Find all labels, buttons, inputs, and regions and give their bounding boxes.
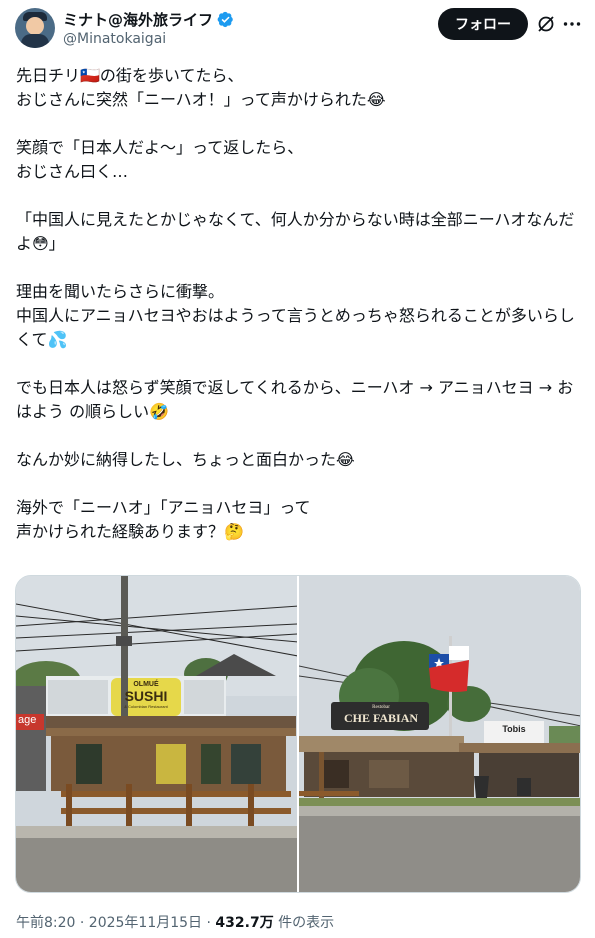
grok-icon[interactable] <box>536 14 556 34</box>
views-label: 件の表示 <box>273 915 335 931</box>
photo-sushi-scene <box>16 576 297 892</box>
tweet-paragraph: 笑顔で「日本人だよ〜」って返したら、 おじさん曰く… <box>16 138 304 181</box>
name-row: ミナト@海外旅ライフ <box>63 9 234 30</box>
tweet-paragraph: 先日チリ🇨🇱の街を歩いてたら、 おじさんに突然「ニーハオ！」って声かけられた😂 <box>16 66 386 109</box>
sushi-sign-line2: SUSHI <box>124 688 168 704</box>
follow-button[interactable]: フォロー <box>438 8 528 40</box>
tweet-paragraph: でも日本人は怒らず笑顔で返してくれるから、ニーハオ → アニョハセヨ → おはよ… <box>16 378 574 421</box>
meta-separator: · <box>202 915 216 931</box>
tweet-header: ミナト@海外旅ライフ @Minatokaigai フォロー <box>0 0 595 56</box>
tweet-paragraph: 海外で「ニーハオ」「アニョハセヨ」って 声かけられた経験あります？🤔 <box>16 498 311 541</box>
verified-badge-icon <box>217 11 233 28</box>
avatar[interactable] <box>15 8 55 48</box>
che-fabian-sign: Restobar CHE FABIAN <box>335 704 427 725</box>
display-name[interactable]: ミナト@海外旅ライフ <box>63 9 213 30</box>
handle[interactable]: @Minatokaigai <box>63 31 166 47</box>
timestamp[interactable]: 午前8:20 · 2025年11月15日 <box>16 915 202 931</box>
che-fabian-main: CHE FABIAN <box>343 711 419 725</box>
avatar-body <box>21 34 49 48</box>
avatar-face <box>26 17 44 35</box>
sushi-sign-line3: & Colombian Restaurant <box>124 704 168 709</box>
photo-che-fabian-scene <box>299 576 580 892</box>
tweet-paragraph: なんか妙に納得したし、ちょっと面白かった😂 <box>16 450 355 469</box>
tweet-meta: 午前8:20 · 2025年11月15日 · 432.7万 件の表示 <box>16 912 334 932</box>
views-count: 432.7万 <box>215 915 274 931</box>
photo-che-fabian[interactable]: Restobar CHE FABIAN Tobis <box>299 576 580 892</box>
tweet-paragraph: 「中国人に見えたとかじゃなくて、何人か分からない時は全部ニーハオなんだよ😳」 <box>16 210 575 253</box>
tweet-paragraph: 理由を聞いたらさらに衝撃。 中国人にアニョハセヨやおはようって言うとめっちゃ怒ら… <box>16 282 575 349</box>
media-grid: OLMUÉ SUSHI & Colombian Restaurant age R… <box>15 575 581 893</box>
che-fabian-small: Restobar <box>372 705 390 710</box>
sushi-sign: OLMUÉ SUSHI & Colombian Restaurant <box>116 680 176 710</box>
more-icon[interactable] <box>562 14 582 34</box>
tweet-text: 先日チリ🇨🇱の街を歩いてたら、 おじさんに突然「ニーハオ！」って声かけられた😂 … <box>16 64 582 544</box>
side-sign: age <box>18 714 37 726</box>
photo-sushi-restaurant[interactable]: OLMUÉ SUSHI & Colombian Restaurant age <box>16 576 297 892</box>
tobis-sign: Tobis <box>502 724 526 734</box>
